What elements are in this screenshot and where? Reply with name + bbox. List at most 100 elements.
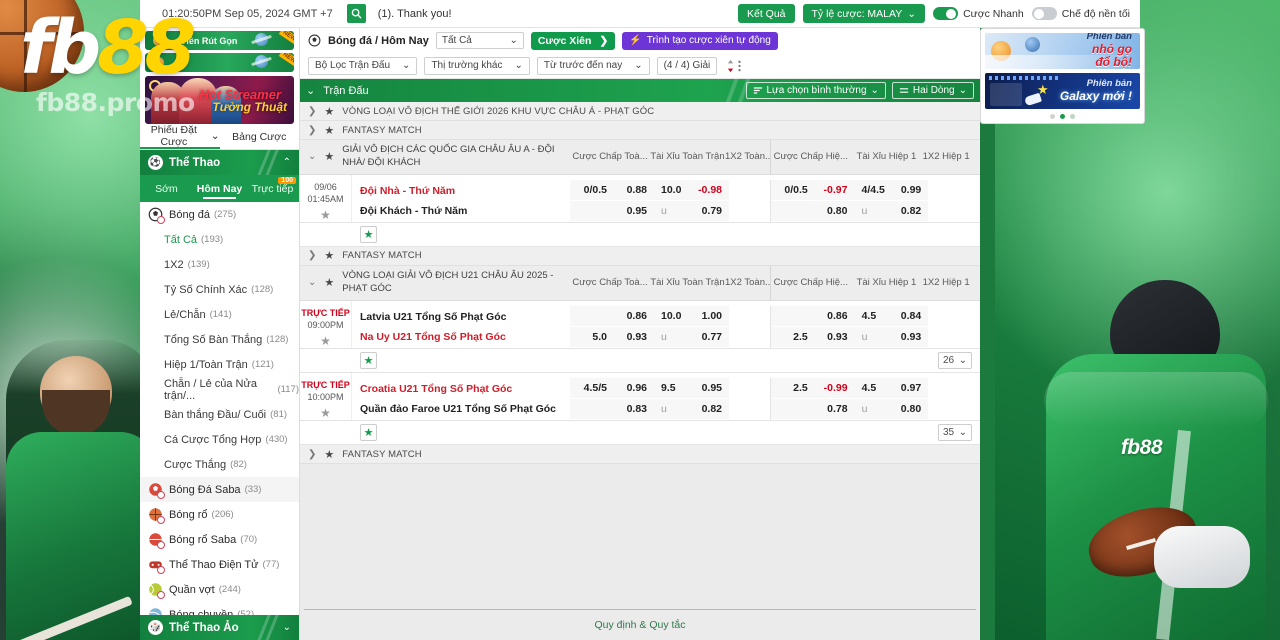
league-count-box[interactable]: (4 / 4) Giải (656, 56, 718, 75)
chevron-down-icon[interactable]: ⌄ (308, 277, 316, 288)
odds-h1-ou-top[interactable]: 0.97 (890, 377, 929, 398)
odds-h1-1x2-bottom[interactable] (928, 399, 970, 419)
sidebar-item-outright[interactable]: Cược Thắng (82) (140, 452, 299, 477)
odds-1x2-top[interactable] (729, 378, 770, 398)
star-icon[interactable]: ★ (324, 124, 334, 137)
star-icon[interactable]: ★ (360, 351, 377, 369)
tab-betslip[interactable]: Phiếu Đặt Cược ⌄ (140, 124, 220, 149)
carousel-dot-3[interactable] (1070, 114, 1075, 119)
results-button[interactable]: Kết Quả (737, 4, 795, 23)
odds-h1-ou-top[interactable]: 0.84 (890, 305, 929, 326)
day-tab-early[interactable]: Sớm (140, 175, 193, 202)
star-icon[interactable]: ★ (300, 406, 351, 420)
odds-h1-ou-line-top[interactable]: 4/4.5 (854, 179, 891, 200)
odds-h1-1x2-bottom[interactable] (928, 327, 970, 347)
promo-banner-secondary[interactable]: NEW (145, 53, 294, 72)
odds-h1-ou-bottom[interactable]: 0.82 (890, 200, 929, 221)
odds-h1-hdp-bottom[interactable]: 0.78 (814, 398, 855, 419)
odds-ou-top[interactable]: 0.95 (688, 377, 729, 398)
odds-h1-ou-bottom[interactable]: 0.80 (890, 398, 929, 419)
star-icon[interactable]: ★ (360, 225, 377, 243)
odds-h1-ou-top[interactable]: 0.99 (890, 179, 929, 200)
carousel-dot-2[interactable] (1060, 114, 1065, 119)
odds-h1-ou-line-top[interactable]: 4.5 (854, 305, 891, 326)
away-team-name[interactable]: Na Uy U21 Tổng Số Phạt Góc (360, 327, 570, 347)
star-icon[interactable]: ★ (324, 105, 334, 118)
odds-hdp-line-top[interactable] (570, 305, 614, 326)
sidebar-item-football[interactable]: Bóng đá (275) (140, 202, 299, 227)
sidebar-item-tennis[interactable]: Quần vợt (244) (140, 577, 299, 602)
match-filter-select[interactable]: Bộ Lọc Trận Đấu ⌄ (308, 56, 418, 75)
odds-h1-ou-bottom[interactable]: 0.93 (890, 326, 929, 347)
odds-h1-hdp-line-bottom[interactable]: 2.5 (771, 326, 815, 347)
odds-ou-bottom[interactable]: 0.82 (688, 398, 729, 419)
odds-1x2-bottom[interactable] (729, 201, 770, 221)
day-tab-today[interactable]: Hôm Nay (193, 175, 246, 202)
odds-1x2-bottom[interactable] (729, 399, 770, 419)
star-icon[interactable]: ★ (324, 150, 334, 163)
sports-section-header[interactable]: ⚽ Thể Thao ⌃ (140, 150, 299, 175)
rows-mode-select[interactable]: Hai Dòng ⌄ (891, 82, 974, 99)
auto-parlay-button[interactable]: ⚡ Trình tạo cược xiên tự động (622, 31, 778, 50)
odds-h1-1x2-top[interactable] (928, 378, 970, 398)
sidebar-item-football-saba[interactable]: Bóng Đá Saba (33) (140, 477, 299, 502)
odds-hdp-bottom[interactable]: 0.83 (614, 398, 654, 419)
odds-h1-ou-line-bottom[interactable]: u (854, 326, 891, 347)
more-markets-select[interactable]: 26 ⌄ (938, 351, 972, 369)
chevron-down-icon[interactable]: ⌄ (308, 151, 316, 162)
home-team-name[interactable]: Croatia U21 Tổng Số Phạt Góc (360, 379, 570, 399)
star-icon[interactable]: ★ (324, 276, 334, 289)
quick-bet-toggle-wrap[interactable]: Cược Nhanh (933, 7, 1024, 20)
sidebar-item-basketball[interactable]: Bóng rổ (206) (140, 502, 299, 527)
search-icon[interactable] (346, 4, 366, 23)
odds-h1-hdp-line-bottom[interactable] (771, 398, 815, 419)
banner-galaxy-version[interactable]: ★ Phiên bản Galaxy mới ! (985, 73, 1140, 109)
carousel-dot-1[interactable] (1050, 114, 1055, 119)
sidebar-item-all[interactable]: Tất Cả (193) (140, 227, 299, 252)
virtual-sports-section-header[interactable]: 🎲 Thể Thao Ảo ⌄ (140, 615, 299, 640)
odds-h1-1x2-top[interactable] (928, 306, 970, 326)
sidebar-item-1x2[interactable]: 1X2 (139) (140, 252, 299, 277)
odds-ou-line-bottom[interactable]: u (654, 200, 688, 221)
league-row-fantasy-1[interactable]: ❯ ★ FANTASY MATCH (300, 121, 980, 140)
odds-1x2-top[interactable] (729, 306, 770, 326)
odds-h1-hdp-top[interactable]: -0.99 (814, 377, 855, 398)
star-icon[interactable]: ★ (300, 334, 351, 348)
odds-ou-top[interactable]: 1.00 (688, 305, 729, 326)
day-tab-live[interactable]: Trực tiếp 100 (246, 175, 299, 202)
sidebar-item-half-full[interactable]: Hiệp 1/Toàn Trận (121) (140, 352, 299, 377)
sidebar-item-basketball-saba[interactable]: Bóng rổ Saba (70) (140, 527, 299, 552)
other-markets-select[interactable]: Thị trường khác ⌄ (424, 56, 530, 75)
odds-ou-line-bottom[interactable]: u (654, 326, 688, 347)
league-header-euro-nations[interactable]: ⌄ ★ GIẢI VÔ ĐỊCH CÁC QUỐC GIA CHÂU ÂU A … (300, 140, 980, 175)
banner-compact-version[interactable]: Phiên bản nhỏ gọ đổ bộ! (985, 33, 1140, 69)
sidebar-item-half-odd-even[interactable]: Chẵn / Lẻ của Nửa trận/... (117) (140, 377, 299, 402)
odds-1x2-bottom[interactable] (729, 327, 770, 347)
odds-hdp-top[interactable]: 0.86 (614, 305, 654, 326)
odds-h1-ou-line-top[interactable]: 4.5 (854, 377, 891, 398)
odds-ou-line-top[interactable]: 10.0 (654, 179, 688, 200)
odds-h1-hdp-top[interactable]: 0.86 (814, 305, 855, 326)
view-mode-select[interactable]: Lựa chọn bình thường ⌄ (745, 82, 886, 99)
sidebar-item-total-goals[interactable]: Tổng Số Bàn Thắng (128) (140, 327, 299, 352)
odds-hdp-line-bottom[interactable] (570, 398, 614, 419)
more-markets-select[interactable]: 35 ⌄ (938, 424, 972, 442)
chevron-right-icon[interactable]: ❯ (308, 106, 316, 117)
sidebar-item-correct-score[interactable]: Tỷ Số Chính Xác (128) (140, 277, 299, 302)
away-team-name[interactable]: Quần đảo Faroe U21 Tổng Số Phạt Góc (360, 399, 570, 419)
league-row-fantasy-3[interactable]: ❯ ★ FANTASY MATCH (300, 445, 980, 465)
league-row-wc-qualifier[interactable]: ❯ ★ VÒNG LOẠI VÔ ĐỊCH THẾ GIỚI 2026 KHU … (300, 102, 980, 121)
odds-ou-bottom[interactable]: 0.77 (688, 326, 729, 347)
odds-hdp-top[interactable]: 0.88 (614, 179, 654, 200)
hot-streamer-banner[interactable]: Hot Streamer Tường Thuật (145, 76, 294, 124)
odds-hdp-line-top[interactable]: 0/0.5 (570, 179, 614, 200)
all-matches-select[interactable]: Tất Cả ⌄ (435, 32, 524, 49)
sidebar-item-mix-parlay[interactable]: Cá Cược Tổng Hợp (430) (140, 427, 299, 452)
sidebar-item-esports[interactable]: Thể Thao Điện Tử (77) (140, 552, 299, 577)
dark-mode-toggle[interactable] (1031, 7, 1057, 20)
star-icon[interactable]: ★ (300, 208, 351, 222)
quick-bet-toggle[interactable] (933, 7, 959, 20)
home-team-name[interactable]: Latvia U21 Tổng Số Phạt Góc (360, 307, 570, 327)
odds-hdp-line-top[interactable]: 4.5/5 (570, 377, 614, 398)
odds-1x2-top[interactable] (729, 180, 770, 200)
